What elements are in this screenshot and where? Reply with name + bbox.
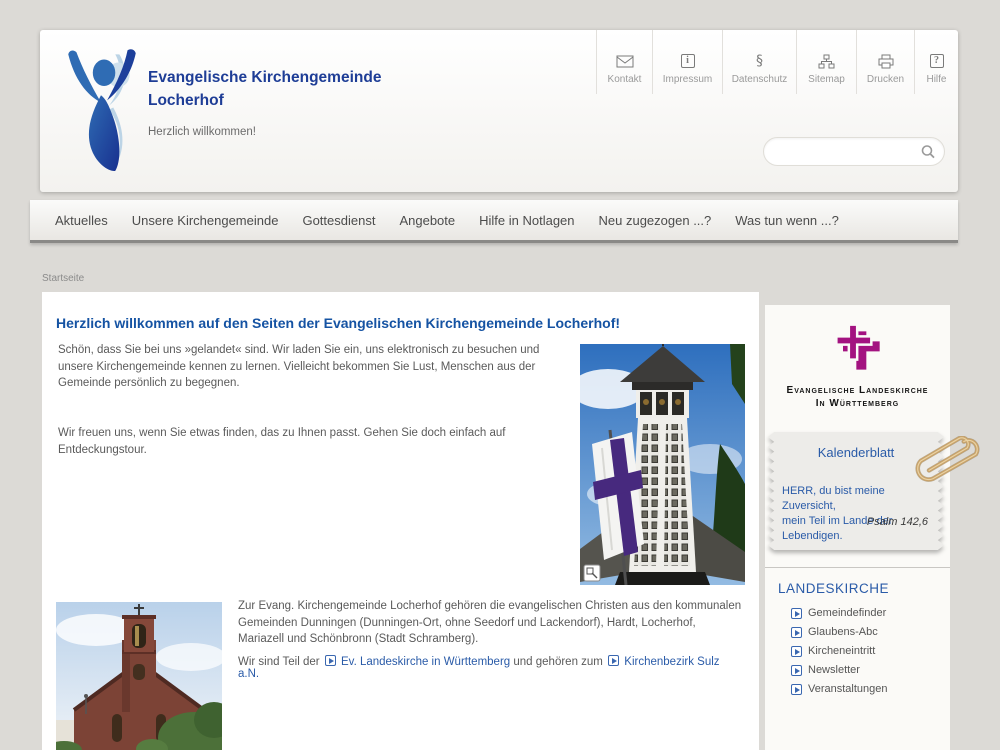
site-tagline: Herzlich willkommen!	[148, 126, 256, 138]
mail-icon	[616, 52, 634, 70]
paragraph-icon: §	[756, 52, 763, 70]
nav-was-tun-wenn[interactable]: Was tun wenn ...?	[723, 213, 851, 228]
sidebar-link-gemeindefinder[interactable]: Gemeindefinder	[789, 607, 888, 619]
discover-paragraph: Wir freuen uns, wenn Sie etwas finden, d…	[58, 425, 568, 458]
membership-middle: und gehören zum	[513, 656, 603, 668]
arrow-link-icon	[791, 646, 802, 657]
arrow-link-icon	[791, 684, 802, 695]
utility-label: Hilfe	[926, 74, 946, 85]
landeskirche-logo: Evangelische Landeskirche In Württemberg	[765, 323, 950, 410]
search-icon[interactable]	[920, 144, 936, 165]
church-tower-photo[interactable]	[580, 344, 745, 585]
utility-nav: Kontakt i Impressum § Datenschutz Sitema…	[596, 30, 958, 94]
printer-icon	[878, 52, 894, 70]
church-building-photo	[56, 602, 222, 750]
sidebar-link-glaubens-abc[interactable]: Glaubens-Abc	[789, 626, 888, 638]
header: Evangelische Kirchengemeinde Locherhof H…	[40, 30, 958, 192]
nav-neu-zugezogen[interactable]: Neu zugezogen ...?	[587, 213, 724, 228]
sidebar-link-newsletter[interactable]: Newsletter	[789, 664, 888, 676]
arrow-link-icon	[791, 665, 802, 676]
utility-impressum[interactable]: i Impressum	[652, 30, 722, 94]
intro-paragraph: Schön, dass Sie bei uns »gelandet« sind.…	[58, 342, 568, 392]
sidebar-divider	[765, 567, 950, 568]
landeskirche-links: Gemeindefinder Glaubens-Abc Kircheneintr…	[789, 607, 888, 702]
sidebar: Evangelische Landeskirche In Württemberg…	[765, 305, 950, 750]
landeskirche-wordmark: Evangelische Landeskirche In Württemberg	[765, 384, 950, 410]
sitemap-icon	[818, 52, 835, 70]
utility-drucken[interactable]: Drucken	[856, 30, 914, 94]
question-box-icon: ?	[930, 52, 944, 70]
parish-description: Zur Evang. Kirchengemeinde Locherhof geh…	[238, 598, 743, 648]
main-nav: Aktuelles Unsere Kirchengemeinde Gottesd…	[30, 200, 958, 243]
breadcrumb[interactable]: Startseite	[42, 273, 84, 284]
arrow-link-icon	[791, 627, 802, 638]
page-title: Herzlich willkommen auf den Seiten der E…	[56, 315, 746, 331]
nav-hilfe-in-notlagen[interactable]: Hilfe in Notlagen	[467, 213, 586, 228]
utility-label: Kontakt	[608, 74, 642, 85]
nav-unsere-kirchengemeinde[interactable]: Unsere Kirchengemeinde	[120, 213, 291, 228]
search-input[interactable]	[776, 139, 916, 164]
arrow-link-icon	[791, 608, 802, 619]
kalenderblatt-source: Psalm 142,6	[867, 516, 928, 528]
kalenderblatt-verse: HERR, du bist meine Zuversicht, mein Tei…	[782, 484, 932, 544]
utility-hilfe[interactable]: ? Hilfe	[914, 30, 958, 94]
utility-datenschutz[interactable]: § Datenschutz	[722, 30, 796, 94]
nav-gottesdienst[interactable]: Gottesdienst	[290, 213, 387, 228]
sidebar-link-veranstaltungen[interactable]: Veranstaltungen	[789, 683, 888, 695]
nav-aktuelles[interactable]: Aktuelles	[43, 213, 120, 228]
membership-line: Wir sind Teil der Ev. Landeskirche in Wü…	[238, 655, 743, 680]
content-panel: Herzlich willkommen auf den Seiten der E…	[42, 292, 759, 750]
nav-angebote[interactable]: Angebote	[387, 213, 467, 228]
utility-label: Impressum	[663, 74, 712, 85]
membership-prefix: Wir sind Teil der	[238, 656, 320, 668]
utility-kontakt[interactable]: Kontakt	[596, 30, 652, 94]
info-box-icon: i	[681, 52, 695, 70]
sidebar-link-kircheneintritt[interactable]: Kircheneintritt	[789, 645, 888, 657]
utility-label: Datenschutz	[732, 74, 788, 85]
site-title-line1: Evangelische Kirchengemeinde	[148, 66, 381, 89]
utility-label: Sitemap	[808, 74, 845, 85]
utility-sitemap[interactable]: Sitemap	[796, 30, 856, 94]
link-landeskirche[interactable]: Ev. Landeskirche in Württemberg	[341, 656, 510, 668]
utility-label: Drucken	[867, 74, 904, 85]
parish-logo	[56, 44, 148, 172]
arrow-link-icon	[608, 655, 619, 666]
site-title-line2: Locherhof	[148, 89, 381, 112]
site-title: Evangelische Kirchengemeinde Locherhof	[148, 66, 381, 112]
arrow-link-icon	[325, 655, 336, 666]
search-box	[763, 137, 945, 166]
wuerttemberg-cross-icon	[833, 323, 883, 373]
enlarge-image-icon[interactable]	[584, 565, 600, 581]
paperclip-icon	[903, 436, 985, 482]
landeskirche-section-title: LANDESKIRCHE	[778, 581, 889, 596]
